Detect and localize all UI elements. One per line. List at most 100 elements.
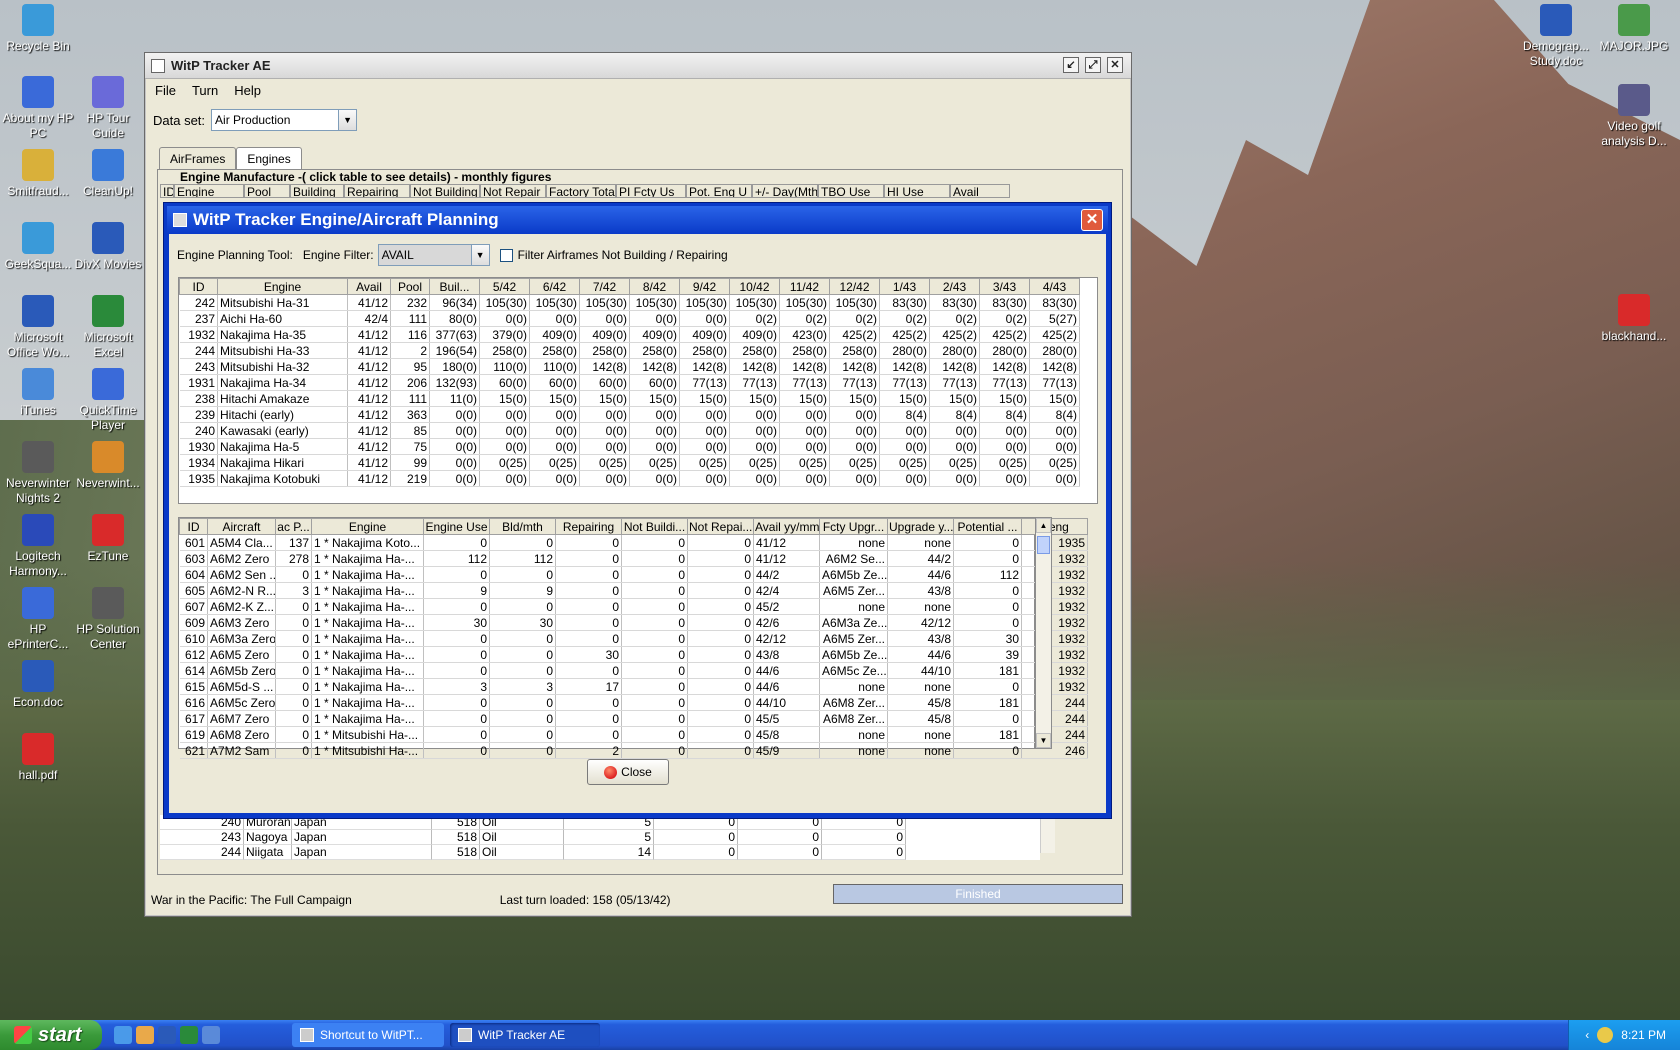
column-header[interactable]: Not Repair (480, 184, 546, 198)
table-row[interactable]: 604 A6M2 Sen ... 0 1 * Nakajima Ha-... 0 0 0 0 0… (179, 566, 1088, 583)
column-header[interactable]: HI Use (884, 184, 950, 198)
column-header[interactable]: Ueng (1021, 518, 1088, 535)
pdf-icon[interactable] (1618, 294, 1650, 326)
desktop-icon-item[interactable]: Video golf analysis D... (1596, 84, 1672, 149)
column-header[interactable]: ID (160, 184, 174, 198)
dataset-select[interactable]: Air Production ▼ (211, 109, 358, 131)
column-header[interactable]: 4/43 (1029, 278, 1080, 295)
column-header[interactable]: 6/42 (529, 278, 580, 295)
desktop-icon-item[interactable]: MAJOR.JPG (1596, 4, 1672, 54)
chevron-down-icon[interactable]: ▼ (470, 245, 489, 265)
desktop-icon-item[interactable]: EzTune (70, 514, 146, 564)
quicktime-icon[interactable] (92, 368, 124, 400)
start-button[interactable]: start (0, 1020, 102, 1050)
maximize-icon[interactable]: ⤢ (1085, 57, 1101, 73)
table-row[interactable]: 239 Hitachi (early) 41/12 363 0(0) 0(0) 0(0) 0(… (179, 406, 1080, 423)
desktop-icon-item[interactable]: Neverwinter Nights 2 (0, 441, 76, 506)
desktop-icon-item[interactable]: DivX Movies (70, 222, 146, 272)
column-header[interactable]: Factory Total (546, 184, 616, 198)
tray-expand-icon[interactable]: ‹ (1585, 1028, 1589, 1042)
table-row[interactable]: 619 A6M8 Zero 0 1 * Mitsubishi Ha-... 0 0 0 0 0 4… (179, 726, 1088, 743)
divx-icon[interactable] (92, 222, 124, 254)
table-row[interactable]: 1935 Nakajima Kotobuki 41/12 219 0(0) 0(0) 0(0… (179, 470, 1080, 487)
table-row[interactable]: 615 A6M5d-S ... 0 1 * Nakajima Ha-... 3 3 17 0 0… (179, 678, 1088, 695)
table-row[interactable]: 243 Mitsubishi Ha-32 41/12 95 180(0) 110(0) 11… (179, 358, 1080, 375)
table-row[interactable]: 242 Mitsubishi Ha-31 41/12 232 96(34) 105(30)… (179, 294, 1080, 311)
recycle-bin-icon[interactable] (22, 4, 54, 36)
desktop-icon[interactable] (202, 1026, 220, 1044)
column-header[interactable]: Not Buildi... (621, 518, 688, 535)
table-row[interactable]: 603 A6M2 Zero 278 1 * Nakajima Ha-... 112 112… (179, 550, 1088, 567)
column-header[interactable]: ID (179, 278, 218, 295)
task-shortcut[interactable]: Shortcut to WitPT... (292, 1023, 444, 1047)
table-row[interactable]: 605 A6M2-N R... 3 1 * Nakajima Ha-... 9 9 0 0 0 4… (179, 582, 1088, 599)
column-header[interactable]: Avail (347, 278, 391, 295)
table-row[interactable]: 243 Nagoya Japan 518 Oil 5 0 0 0 (160, 830, 1040, 845)
main-window-titlebar[interactable]: WitP Tracker AE ↙ ⤢ ✕ (145, 53, 1131, 79)
column-header[interactable]: Aircraft (207, 518, 276, 535)
table-row[interactable]: 617 A6M7 Zero 0 1 * Nakajima Ha-... 0 0 0 0 0 45/… (179, 710, 1088, 727)
table-row[interactable]: 1934 Nakajima Hikari 41/12 99 0(0) 0(25) 0(25)… (179, 454, 1080, 471)
column-header[interactable]: ac P... (275, 518, 312, 535)
hp-pc-icon[interactable] (22, 76, 54, 108)
table-row[interactable]: 601 A5M4 Cla... 137 1 * Nakajima Koto... 0 0 0… (179, 534, 1088, 551)
column-header[interactable]: 3/43 (979, 278, 1030, 295)
doc-icon[interactable] (22, 660, 54, 692)
table-row[interactable]: 1930 Nakajima Ha-5 41/12 75 0(0) 0(0) 0(0) 0(0)… (179, 438, 1080, 455)
table-row[interactable]: 621 A7M2 Sam 0 1 * Mitsubishi Ha-... 0 0 2 0 0 45… (179, 742, 1088, 759)
hp-printer-icon[interactable] (22, 587, 54, 619)
hp-solution-icon[interactable] (92, 587, 124, 619)
table-row[interactable]: 237 Aichi Ha-60 42/4 111 80(0) 0(0) 0(0) 0(0) 0(… (179, 310, 1080, 327)
filter-airframes-checkbox[interactable]: Filter Airframes Not Building / Repairin… (499, 248, 728, 262)
table-row[interactable]: 607 A6M2-K Z... 0 1 * Nakajima Ha-... 0 0 0 0 0 4… (179, 598, 1088, 615)
desktop-icon-item[interactable]: HP ePrinterC... (0, 587, 76, 652)
column-header[interactable]: PI Fcty Us (616, 184, 686, 198)
table-row[interactable]: 244 Mitsubishi Ha-33 41/12 2 196(54) 258(0) 25… (179, 342, 1080, 359)
column-header[interactable]: TBO Use (818, 184, 884, 198)
desktop-icon-item[interactable]: Microsoft Office Wo... (0, 295, 76, 360)
logitech-icon[interactable] (22, 514, 54, 546)
tab-airframes[interactable]: AirFrames (159, 147, 237, 169)
dialog-close-icon[interactable]: ✕ (1081, 209, 1103, 231)
column-header[interactable]: Fcty Upgr... (819, 518, 888, 535)
aircraft-table-scrollbar[interactable]: ▲ ▼ (1035, 517, 1052, 749)
column-header[interactable]: 8/42 (629, 278, 680, 295)
minimize-icon[interactable]: ↙ (1063, 57, 1079, 73)
checkbox-box[interactable] (499, 248, 513, 262)
close-icon[interactable]: ✕ (1107, 57, 1123, 73)
desktop-icon-item[interactable]: Econ.doc (0, 660, 76, 710)
column-header[interactable]: 12/42 (829, 278, 880, 295)
column-header[interactable]: 7/42 (579, 278, 630, 295)
ie-icon[interactable] (22, 222, 54, 254)
column-header[interactable]: 5/42 (479, 278, 530, 295)
desktop-icon-item[interactable]: Demograp... Study.doc (1518, 4, 1594, 69)
desktop-icon-item[interactable]: Smitfraud... (0, 149, 76, 199)
biohazard-icon[interactable] (22, 149, 54, 181)
column-header[interactable]: Potential ... (953, 518, 1022, 535)
itunes-icon[interactable] (22, 368, 54, 400)
column-header[interactable]: +/- Day(Mth) (752, 184, 818, 198)
column-header[interactable]: 9/42 (679, 278, 730, 295)
desktop-icon-item[interactable]: QuickTime Player (70, 368, 146, 433)
column-header[interactable]: 1/43 (879, 278, 930, 295)
desktop-icon-item[interactable]: Neverwint... (70, 441, 146, 491)
hp-tour-icon[interactable] (92, 76, 124, 108)
column-header[interactable]: Not Repai... (687, 518, 754, 535)
column-header[interactable]: 10/42 (729, 278, 780, 295)
desktop-icon-item[interactable]: blackhand... (1596, 294, 1672, 344)
nwn2-icon[interactable] (22, 441, 54, 473)
table-row[interactable]: 614 A6M5b Zero 0 1 * Nakajima Ha-... 0 0 0 0 0 44… (179, 662, 1088, 679)
engine-filter-select[interactable]: AVAIL ▼ (377, 244, 490, 266)
dialog-titlebar[interactable]: WitP Tracker Engine/Aircraft Planning (167, 206, 1108, 234)
menu-help[interactable]: Help (234, 83, 261, 98)
tab-engines[interactable]: Engines (236, 147, 302, 169)
column-header[interactable]: Repairing (555, 518, 622, 535)
doc-icon[interactable] (1540, 4, 1572, 36)
column-header[interactable]: Buil... (429, 278, 480, 295)
column-header[interactable]: Engine Use (423, 518, 490, 535)
eztune-icon[interactable] (92, 514, 124, 546)
column-header[interactable]: Not Building (410, 184, 480, 198)
neverwinter-icon[interactable] (92, 441, 124, 473)
desktop-icon-item[interactable]: CleanUp! (70, 149, 146, 199)
column-header[interactable]: Bld/mth (489, 518, 556, 535)
